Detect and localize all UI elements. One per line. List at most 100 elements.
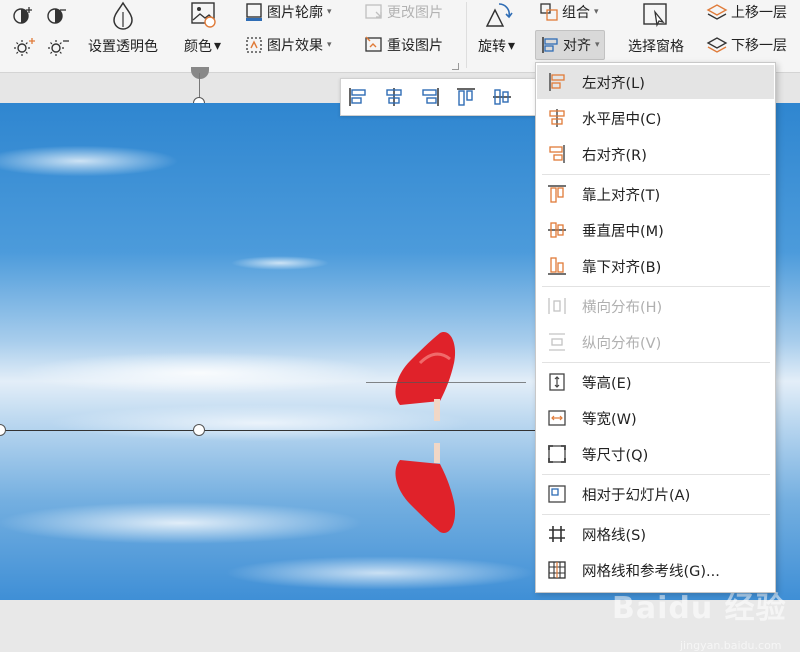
menu-item-label: 网格线和参考线(G)... — [582, 563, 720, 580]
group-icon — [540, 3, 558, 21]
reset-picture-button[interactable]: 重设图片 — [364, 35, 443, 55]
align-middle-icon — [548, 222, 566, 238]
person-figure-image — [395, 332, 456, 533]
menu-item-distribute-vertical[interactable]: 纵向分布(V) — [537, 325, 774, 359]
same-width-icon — [548, 410, 566, 426]
gridlines-guides-icon — [548, 561, 566, 579]
group-label: 组合 — [562, 5, 590, 21]
change-picture-button[interactable]: 更改图片 — [364, 2, 443, 22]
bring-forward-label: 上移一层 — [731, 5, 787, 21]
menu-item-relative-to-slide[interactable]: 相对于幻灯片(A) — [537, 477, 774, 511]
menu-item-same-width[interactable]: 等宽(W) — [537, 401, 774, 435]
rotate-label: 旋转 — [478, 39, 506, 55]
picture-outline-button[interactable]: 图片轮廓 ▾ — [244, 2, 332, 22]
align-middle-icon[interactable] — [491, 86, 513, 108]
menu-item-align-center[interactable]: 水平居中(C) — [537, 101, 774, 135]
relative-to-slide-icon — [548, 485, 566, 503]
menu-item-gridlines[interactable]: 网格线(S) — [537, 517, 774, 551]
menu-item-label: 左对齐(L) — [582, 75, 645, 92]
contrast-up-button[interactable] — [12, 4, 36, 26]
contrast-up-icon — [13, 7, 32, 24]
menu-separator — [542, 514, 770, 515]
align-left-icon — [542, 37, 558, 53]
ribbon-separator — [466, 2, 467, 68]
align-left-icon[interactable] — [347, 86, 369, 108]
resize-handle-center[interactable] — [193, 424, 205, 436]
align-left-icon — [549, 73, 565, 91]
align-right-icon — [549, 145, 565, 163]
align-top-icon[interactable] — [455, 86, 477, 108]
menu-item-label: 靠上对齐(T) — [582, 187, 661, 204]
align-right-icon[interactable] — [419, 86, 441, 108]
picture-effect-icon — [246, 37, 262, 53]
brightness-down-button[interactable] — [46, 36, 70, 58]
change-picture-label: 更改图片 — [387, 5, 443, 21]
set-transparent-color-label: 设置透明色 — [88, 39, 158, 55]
reset-picture-label: 重设图片 — [387, 38, 443, 54]
align-dropdown-menu: 左对齐(L) 水平居中(C) 右对齐(R) 靠上对齐(T) 垂直居中(M) 靠下… — [535, 62, 776, 593]
rotate-icon — [485, 3, 513, 27]
selection-pane-label: 选择窗格 — [628, 39, 684, 55]
picture-effect-button[interactable]: 图片效果 ▾ — [244, 35, 332, 55]
menu-item-label: 等尺寸(Q) — [582, 447, 649, 464]
change-picture-icon — [365, 4, 382, 19]
send-backward-label: 下移一层 — [731, 38, 787, 54]
same-size-icon — [548, 445, 566, 463]
send-backward-button[interactable]: 下移一层 — [706, 35, 787, 55]
caret-down-icon: ▾ — [327, 40, 332, 50]
group-button[interactable]: 组合 ▾ — [539, 2, 599, 22]
menu-item-align-left[interactable]: 左对齐(L) — [537, 65, 774, 99]
align-bottom-icon — [548, 257, 566, 275]
set-transparent-color-button[interactable]: 设置透明色 — [88, 0, 158, 56]
align-center-icon[interactable] — [383, 86, 405, 108]
align-label: 对齐 — [563, 38, 591, 54]
watermark-subtext: jingyan.baidu.com — [680, 639, 782, 652]
menu-item-same-size[interactable]: 等尺寸(Q) — [537, 437, 774, 471]
menu-item-label: 垂直居中(M) — [582, 223, 664, 240]
caret-down-icon: ▾ — [508, 38, 516, 54]
distribute-vertical-icon — [549, 333, 565, 351]
rotate-button[interactable]: 旋转 ▾ — [478, 0, 515, 56]
selection-pane-icon — [643, 3, 667, 28]
quick-align-toolbar — [340, 78, 540, 116]
picture-effect-label: 图片效果 — [267, 38, 323, 54]
brightness-up-button[interactable] — [12, 36, 36, 58]
menu-separator — [542, 174, 770, 175]
rotation-handle-icon[interactable] — [191, 67, 209, 79]
brightness-up-icon — [14, 38, 35, 56]
menu-item-label: 水平居中(C) — [582, 111, 662, 128]
menu-item-gridlines-guides[interactable]: 网格线和参考线(G)... — [537, 553, 774, 587]
caret-down-icon: ▾ — [327, 7, 332, 17]
water-drop-icon — [113, 1, 133, 30]
menu-item-align-top[interactable]: 靠上对齐(T) — [537, 177, 774, 211]
same-height-icon — [549, 373, 565, 391]
menu-item-align-right[interactable]: 右对齐(R) — [537, 137, 774, 171]
menu-item-label: 网格线(S) — [582, 527, 647, 544]
contrast-down-button[interactable] — [46, 4, 70, 26]
align-button[interactable]: 对齐 ▾ — [535, 30, 605, 60]
align-top-icon — [548, 185, 566, 203]
menu-item-label: 相对于幻灯片(A) — [582, 487, 691, 504]
menu-item-align-middle[interactable]: 垂直居中(M) — [537, 213, 774, 247]
menu-item-distribute-horizontal[interactable]: 横向分布(H) — [537, 289, 774, 323]
gridlines-icon — [549, 526, 565, 542]
distribute-horizontal-icon — [548, 298, 566, 314]
menu-separator — [542, 474, 770, 475]
picture-outline-label: 图片轮廓 — [267, 5, 323, 21]
bring-forward-button[interactable]: 上移一层 — [706, 2, 787, 22]
dialog-launcher-icon[interactable] — [452, 63, 459, 70]
color-label: 颜色 — [184, 39, 212, 55]
selection-pane-button[interactable]: 选择窗格 — [628, 0, 684, 56]
color-button[interactable]: 颜色 ▾ — [184, 0, 221, 56]
picture-color-icon — [190, 2, 216, 28]
selection-midline — [0, 430, 540, 431]
picture-outline-icon — [246, 3, 262, 21]
bring-forward-icon — [706, 4, 728, 20]
menu-item-same-height[interactable]: 等高(E) — [537, 365, 774, 399]
menu-item-label: 靠下对齐(B) — [582, 259, 662, 276]
menu-item-label: 右对齐(R) — [582, 147, 647, 164]
brightness-down-icon — [48, 40, 69, 56]
menu-item-label: 等宽(W) — [582, 411, 637, 428]
menu-item-align-bottom[interactable]: 靠下对齐(B) — [537, 249, 774, 283]
send-backward-icon — [706, 37, 728, 53]
